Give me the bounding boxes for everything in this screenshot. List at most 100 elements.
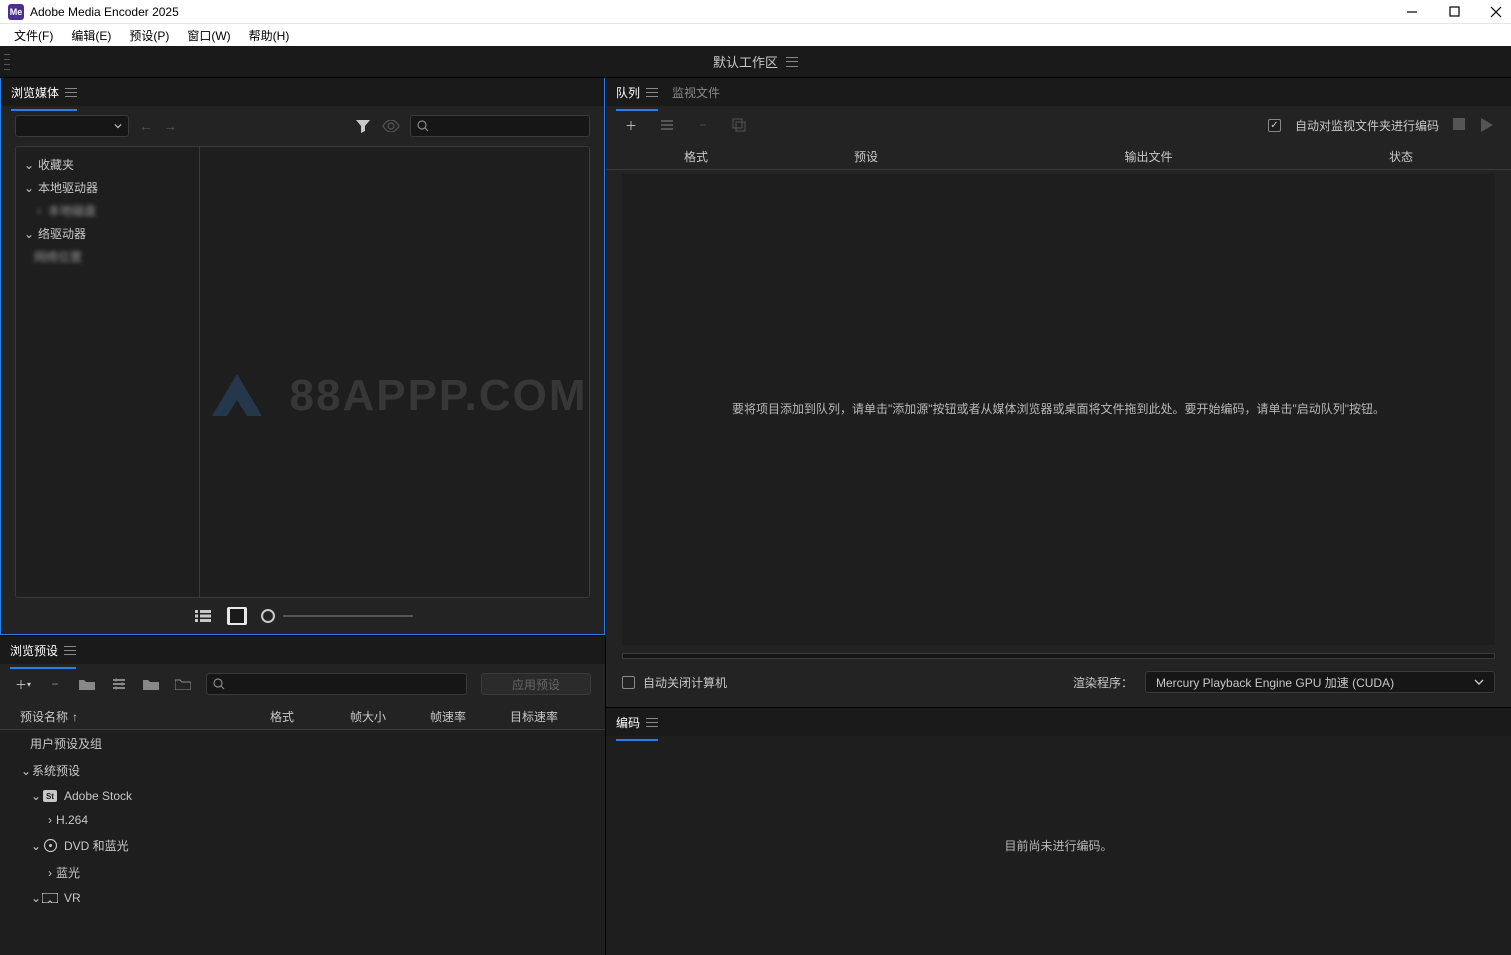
nav-back-icon[interactable]: ← <box>139 118 153 134</box>
menu-help[interactable]: 帮助(H) <box>241 25 298 46</box>
workspace-bar: 默认工作区 <box>0 46 1511 78</box>
tree-favorites[interactable]: ⌄收藏夹 <box>20 153 195 176</box>
panel-options-icon[interactable] <box>646 88 658 97</box>
queue-hint-text: 要将项目添加到队列，请单击"添加源"按钮或者从媒体浏览器或桌面将文件拖到此处。要… <box>732 399 1385 421</box>
path-dropdown[interactable] <box>15 115 129 137</box>
maximize-button[interactable] <box>1447 5 1461 19</box>
renderer-label: 渲染程序： <box>1073 674 1133 691</box>
start-queue-icon[interactable] <box>1481 118 1495 132</box>
media-browser-tab[interactable]: 浏览媒体 <box>11 80 77 105</box>
panel-options-icon[interactable] <box>65 88 77 97</box>
queue-tab[interactable]: 队列 <box>616 80 658 105</box>
queue-col-format[interactable]: 格式 <box>636 148 756 165</box>
list-view-icon[interactable] <box>193 607 213 625</box>
vr-icon <box>42 891 58 905</box>
queue-settings-icon[interactable] <box>658 116 676 134</box>
menu-file[interactable]: 文件(F) <box>6 25 61 46</box>
tree-network-item-2[interactable] <box>20 268 195 288</box>
watermark-logo-icon <box>202 366 272 426</box>
queue-col-preset[interactable]: 预设 <box>756 148 976 165</box>
new-group-icon[interactable] <box>78 675 96 693</box>
preset-row-bluray[interactable]: ›蓝光 <box>0 859 605 886</box>
close-button[interactable] <box>1489 5 1503 19</box>
remove-preset-icon[interactable]: − <box>46 675 64 693</box>
preset-browser-tab-label: 浏览预设 <box>10 642 58 659</box>
encoding-hint-text: 目前尚未进行编码。 <box>1004 837 1112 854</box>
minimize-button[interactable] <box>1405 5 1419 19</box>
preset-row-h264[interactable]: ›H.264 <box>0 808 605 832</box>
preset-row-user[interactable]: 用户预设及组 <box>0 730 605 757</box>
duplicate-icon[interactable] <box>730 116 748 134</box>
search-icon <box>417 120 429 132</box>
svg-text:St: St <box>46 792 54 801</box>
queue-column-headers: 格式 预设 输出文件 状态 <box>606 144 1511 170</box>
col-rate[interactable]: 目标速率 <box>510 708 580 725</box>
preset-row-system[interactable]: ⌄系统预设 <box>0 757 605 784</box>
import-preset-icon[interactable] <box>142 675 160 693</box>
grid-view-icon[interactable] <box>227 607 247 625</box>
export-preset-icon[interactable] <box>174 675 192 693</box>
queue-tab-label: 队列 <box>616 84 640 101</box>
menu-edit[interactable]: 编辑(E) <box>63 25 119 46</box>
media-search-input[interactable] <box>433 120 583 132</box>
panel-options-icon[interactable] <box>646 718 658 727</box>
preset-row-dvd[interactable]: ⌄DVD 和蓝光 <box>0 832 605 859</box>
search-icon <box>213 678 225 690</box>
queue-drop-area[interactable]: 要将项目添加到队列，请单击"添加源"按钮或者从媒体浏览器或桌面将文件拖到此处。要… <box>622 174 1495 645</box>
app-title: Adobe Media Encoder 2025 <box>30 5 1405 19</box>
menu-window[interactable]: 窗口(W) <box>179 25 238 46</box>
auto-encode-checkbox[interactable] <box>1268 119 1281 132</box>
filter-icon[interactable] <box>354 117 372 135</box>
tree-network-item[interactable]: 网络位置 <box>20 245 195 268</box>
workspace-switcher[interactable]: 默认工作区 <box>713 52 798 71</box>
media-browser-panel: 浏览媒体 ← → <box>0 78 605 635</box>
preset-row-vr[interactable]: ⌄VR <box>0 886 605 910</box>
remove-source-icon[interactable]: − <box>694 116 712 134</box>
queue-progress-bar <box>622 653 1495 659</box>
eye-icon[interactable] <box>382 117 400 135</box>
encoding-tab-label: 编码 <box>616 714 640 731</box>
tree-network-drives[interactable]: ⌄络驱动器 <box>20 222 195 245</box>
watch-folders-tab[interactable]: 监视文件 <box>672 80 720 105</box>
zoom-slider[interactable] <box>261 609 413 623</box>
drag-handle-icon[interactable] <box>4 52 10 72</box>
auto-shutdown-checkbox[interactable] <box>622 676 635 689</box>
panel-options-icon[interactable] <box>64 646 76 655</box>
workspace-name: 默认工作区 <box>713 52 778 71</box>
col-name[interactable]: 预设名称 ↑ <box>20 708 270 725</box>
apply-preset-button[interactable]: 应用预设 <box>481 673 591 695</box>
tree-local-item[interactable]: ›本地磁盘 <box>20 199 195 222</box>
preset-column-headers: 预设名称 ↑ 格式 帧大小 帧速率 目标速率 <box>0 704 605 730</box>
preset-browser-tab[interactable]: 浏览预设 <box>10 638 76 663</box>
auto-shutdown-label: 自动关闭计算机 <box>643 674 727 691</box>
preset-settings-icon[interactable] <box>110 675 128 693</box>
renderer-dropdown[interactable]: Mercury Playback Engine GPU 加速 (CUDA) <box>1145 671 1495 693</box>
col-fps[interactable]: 帧速率 <box>430 708 510 725</box>
nav-forward-icon[interactable]: → <box>163 118 177 134</box>
add-source-icon[interactable]: ＋ <box>622 116 640 134</box>
stop-queue-icon[interactable] <box>1453 118 1467 132</box>
preset-browser-panel: 浏览预设 ＋▾ − 应用预设 <box>0 635 605 955</box>
preset-search-input[interactable] <box>229 678 460 690</box>
watermark: 88APPP.COM <box>202 366 588 426</box>
chevron-down-icon <box>114 122 122 130</box>
menu-preset[interactable]: 预设(P) <box>121 25 177 46</box>
chevron-down-icon <box>1474 677 1484 687</box>
encoding-body: 目前尚未进行编码。 <box>606 736 1511 955</box>
col-size[interactable]: 帧大小 <box>350 708 430 725</box>
add-preset-icon[interactable]: ＋▾ <box>14 675 32 693</box>
hamburger-icon <box>786 57 798 67</box>
media-browser-tab-label: 浏览媒体 <box>11 84 59 101</box>
queue-col-output[interactable]: 输出文件 <box>976 148 1321 165</box>
tree-local-drives[interactable]: ⌄本地驱动器 <box>20 176 195 199</box>
media-preview-pane: 88APPP.COM <box>200 147 589 597</box>
sort-asc-icon: ↑ <box>72 710 78 724</box>
slider-track[interactable] <box>283 615 413 617</box>
queue-col-status[interactable]: 状态 <box>1321 148 1481 165</box>
col-format[interactable]: 格式 <box>270 708 350 725</box>
media-search-box[interactable] <box>410 115 590 137</box>
slider-knob-icon[interactable] <box>261 609 275 623</box>
encoding-tab[interactable]: 编码 <box>616 710 658 735</box>
preset-row-stock[interactable]: ⌄StAdobe Stock <box>0 784 605 808</box>
preset-search-box[interactable] <box>206 673 467 695</box>
